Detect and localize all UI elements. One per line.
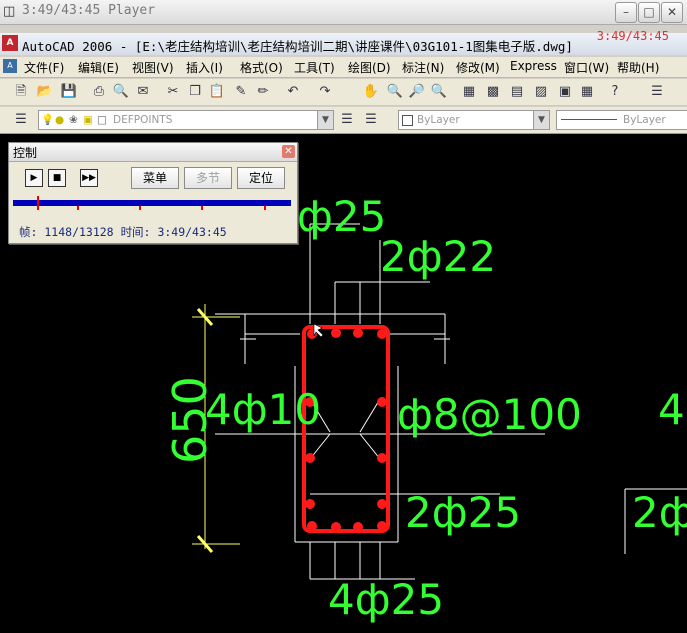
print-icon[interactable]: ⎙: [90, 83, 108, 101]
menu-edit[interactable]: 编辑(E): [78, 59, 119, 76]
progress-tick: [139, 206, 141, 210]
markup-icon[interactable]: ▣: [556, 83, 574, 101]
color-swatch-icon: [402, 115, 413, 126]
time-label: 时间:: [120, 225, 151, 239]
menu-tools[interactable]: 工具(T): [294, 59, 335, 76]
time-value: 3:49/43:45: [157, 225, 227, 239]
paste-icon[interactable]: 📋: [208, 83, 226, 101]
help-icon[interactable]: ?: [606, 83, 624, 101]
freeze-icon: ❀: [69, 114, 78, 126]
menu-format[interactable]: 格式(O): [240, 59, 283, 76]
standard-toolbar: 🗎 📂 💾 ⎙ 🔍 ✉ ✂ ❐ 📋 ✎ ✏ ↶ ↷ ✋ 🔍 🔎 🔍 ▦ ▩ ▤ …: [0, 79, 687, 106]
label-right-partial-bottom: 2ф: [632, 488, 687, 537]
frame-value: 1148/13128: [44, 225, 114, 239]
zoom-previous-icon[interactable]: 🔍: [430, 83, 448, 101]
label-side-bars: 4ф10: [205, 385, 321, 434]
linetype-preview-icon: [561, 119, 617, 120]
match-properties-icon[interactable]: ✎: [232, 83, 250, 101]
block-editor-icon[interactable]: ✏: [254, 83, 272, 101]
linetype-select[interactable]: ByLayer: [556, 110, 687, 130]
label-bottom-second: 2ф25: [405, 488, 521, 537]
maximize-button[interactable]: □: [638, 2, 660, 23]
label-bottom-bars: 4ф25: [328, 575, 444, 624]
make-layer-current-icon[interactable]: ☰: [338, 111, 356, 129]
print-preview-icon[interactable]: 🔍: [112, 83, 130, 101]
menu-insert[interactable]: 插入(I): [186, 59, 223, 76]
progress-tick: [264, 206, 266, 210]
layer-select[interactable]: 💡 ● ❀ ▣ □ DEFPOINTS ▼: [38, 110, 334, 130]
close-icon[interactable]: ✕: [282, 145, 295, 158]
autocad-window-title: AutoCAD 2006 - [E:\老庄结构培训\老庄结构培训二期\讲座课件\…: [22, 39, 573, 54]
color-value: ByLayer: [417, 114, 460, 126]
close-button[interactable]: ✕: [661, 2, 683, 23]
layer-manager-icon[interactable]: ☰: [12, 111, 30, 129]
frame-label: 帧:: [19, 225, 38, 239]
menu-bar: A 文件(F) 编辑(E) 视图(V) 插入(I) 格式(O) 工具(T) 绘图…: [0, 57, 687, 78]
chevron-down-icon: ▼: [317, 111, 333, 129]
lock-icon: ▣: [83, 114, 93, 126]
layer-previous-icon[interactable]: ☰: [362, 111, 380, 129]
autocad-icon: A: [2, 35, 18, 51]
publish-icon[interactable]: ✉: [134, 83, 152, 101]
progress-tick: [77, 206, 79, 210]
label-stirrup: ф8@100: [397, 390, 582, 439]
player-title: 3:49/43:45 Player: [22, 3, 156, 18]
undo-icon[interactable]: ↶: [284, 83, 302, 101]
new-file-icon[interactable]: 🗎: [12, 83, 30, 101]
step-forward-button[interactable]: ▶▶: [80, 169, 98, 187]
menu-modify[interactable]: 修改(M): [456, 59, 500, 76]
overlay-time: 3:49/43:45: [596, 29, 669, 43]
locate-button[interactable]: 定位: [237, 167, 285, 189]
calculator-icon[interactable]: ▦: [578, 83, 596, 101]
save-icon[interactable]: 💾: [60, 83, 78, 101]
menu-dimension[interactable]: 标注(N): [402, 59, 444, 76]
label-top-middle-bars: 2ф22: [380, 232, 496, 281]
minimize-button[interactable]: –: [615, 2, 637, 23]
progress-track[interactable]: [13, 200, 291, 206]
menu-help[interactable]: 帮助(H): [617, 59, 659, 76]
multi-section-button[interactable]: 多节: [184, 167, 232, 189]
zoom-window-icon[interactable]: 🔎: [408, 83, 426, 101]
properties-icon[interactable]: ▦: [460, 83, 478, 101]
menu-view[interactable]: 视图(V): [132, 59, 174, 76]
lightbulb-icon: 💡: [41, 114, 55, 126]
linetype-value: ByLayer: [623, 114, 666, 126]
toolbar-extra-icon[interactable]: ☰: [648, 83, 666, 101]
chevron-down-icon: ▼: [533, 111, 549, 129]
design-center-icon[interactable]: ▩: [484, 83, 502, 101]
progress-tick: [201, 206, 203, 210]
layer-color-icon: □: [97, 114, 107, 126]
cut-icon[interactable]: ✂: [164, 83, 182, 101]
player-title-bar: ◫ 3:49/43:45 Player – □ ✕: [0, 0, 687, 25]
autocad-title-bar: A AutoCAD 2006 - [E:\老庄结构培训\老庄结构培训二期\讲座课…: [0, 29, 687, 55]
label-right-partial-top: 4: [658, 385, 685, 434]
control-panel: 控制 ✕ ▶ ■ ▶▶ 菜单 多节 定位 帧: 1148/13128 时间: 3…: [8, 142, 298, 244]
playback-status: 帧: 1148/13128 时间: 3:49/43:45: [19, 224, 227, 240]
sun-icon: ●: [55, 114, 65, 126]
zoom-realtime-icon[interactable]: 🔍: [386, 83, 404, 101]
label-top-bars: ф25: [297, 192, 386, 241]
sheet-set-icon[interactable]: ▨: [532, 83, 550, 101]
open-file-icon[interactable]: 📂: [36, 83, 54, 101]
menu-file[interactable]: 文件(F): [24, 59, 64, 76]
menu-draw[interactable]: 绘图(D): [348, 59, 391, 76]
tool-palettes-icon[interactable]: ▤: [508, 83, 526, 101]
play-button[interactable]: ▶: [25, 169, 43, 187]
redo-icon[interactable]: ↷: [316, 83, 334, 101]
annotations: ф25 2ф22 650 4ф10 ф8@100 2ф25 4ф25 4 2ф: [163, 192, 687, 624]
copy-icon[interactable]: ❐: [186, 83, 204, 101]
layer-name: DEFPOINTS: [113, 114, 173, 126]
control-panel-title: 控制: [13, 146, 38, 160]
document-icon[interactable]: A: [3, 59, 17, 73]
progress-thumb[interactable]: [37, 196, 40, 210]
menu-button[interactable]: 菜单: [131, 167, 179, 189]
color-select[interactable]: ByLayer ▼: [398, 110, 550, 130]
menu-express[interactable]: Express: [510, 59, 557, 73]
pan-icon[interactable]: ✋: [362, 83, 380, 101]
player-icon: ◫: [3, 4, 16, 19]
layers-toolbar: ☰ 💡 ● ❀ ▣ □ DEFPOINTS ▼ ☰ ☰ ByLayer ▼ By…: [0, 107, 687, 134]
stop-button[interactable]: ■: [48, 169, 66, 187]
control-panel-header: 控制 ✕: [9, 143, 297, 162]
menu-window[interactable]: 窗口(W): [564, 59, 609, 76]
